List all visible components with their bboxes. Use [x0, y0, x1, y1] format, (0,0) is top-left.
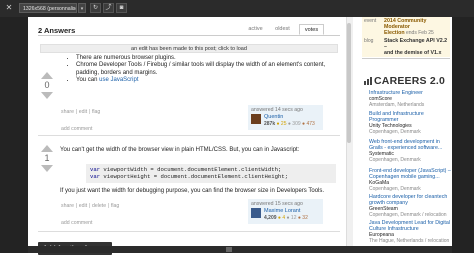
community-bulletin: event 2014 Community Moderator Election e…	[362, 17, 450, 57]
code-line: var viewportWidth = document.documentEle…	[90, 166, 282, 173]
bronze-badge-count: ● 32	[297, 215, 308, 221]
post-menu: share | edit | delete | flag	[61, 203, 120, 209]
code-block: var viewportWidth = document.documentEle…	[86, 164, 336, 183]
horizontal-scrollbar[interactable]	[28, 246, 452, 253]
vote-down-icon[interactable]	[41, 92, 53, 99]
vote-up-icon[interactable]	[41, 72, 53, 79]
list-item: You can use JavaScript	[76, 77, 346, 84]
page-viewport: 2 Answers active oldest votes an edit ha…	[28, 17, 452, 255]
vote-cell: 1	[37, 145, 57, 172]
add-comment-link[interactable]: add comment	[61, 220, 92, 226]
job-listing[interactable]: Build and Infrastructure Programmer Unit…	[369, 111, 451, 135]
close-icon[interactable]: ✕	[4, 3, 14, 13]
tab-oldest[interactable]: oldest	[270, 24, 295, 35]
event-ends: ends Feb 25	[406, 30, 434, 36]
careers-icon	[364, 76, 372, 85]
vote-cell: 0	[37, 72, 57, 99]
camera-icon[interactable]: ◙	[116, 3, 127, 13]
scrollbar-thumb[interactable]	[347, 23, 351, 143]
list-item: Chrome Developer Tools / Firebug / simil…	[76, 62, 346, 77]
delete-link[interactable]: delete	[92, 203, 106, 209]
chevron-down-icon[interactable]: ▾	[78, 3, 86, 13]
add-comment-link[interactable]: add comment	[61, 126, 92, 132]
list-item: There are numerous browser plugins.	[76, 55, 346, 62]
javascript-link[interactable]: use JavaScript	[99, 77, 138, 83]
avatar[interactable]	[251, 208, 261, 218]
bulletin-label: blog	[364, 38, 374, 44]
vote-count: 1	[44, 153, 50, 163]
tab-active[interactable]: active	[243, 24, 268, 35]
bronze-badge-count: ● 473	[302, 121, 315, 127]
share-link[interactable]: share	[61, 109, 74, 115]
flag-link[interactable]: flag	[111, 203, 119, 209]
flag-link[interactable]: flag	[92, 109, 100, 115]
job-listing[interactable]: Front-end developer (JavaScript) – Copen…	[369, 168, 451, 192]
user-card: answered 14 secs ago Quentin 287k ● 25 ●…	[248, 105, 323, 130]
job-listing[interactable]: Hardcore developer for cleantech growth …	[369, 194, 451, 218]
user-reputation: 4,209 ● 4 ● 12 ● 32	[264, 215, 308, 221]
edit-notice-banner[interactable]: an edit has been made to this post; clic…	[40, 44, 338, 53]
user-reputation: 287k ● 25 ● 309 ● 473	[264, 121, 315, 127]
answered-time: answered 15 secs ago	[251, 201, 303, 207]
careers-logo[interactable]: CAREERS 2.0	[364, 75, 445, 87]
answers-heading: 2 Answers	[38, 26, 76, 35]
answer-intro: You can't get the width of the browser v…	[60, 147, 300, 153]
browser-toolbar: ✕ 1326x568 (personnalisé) ▾ ↻ ⤴ ◙	[0, 0, 474, 18]
answer-body: There are numerous browser plugins. Chro…	[68, 55, 346, 84]
sidebar-divider	[362, 58, 450, 59]
vote-up-icon[interactable]	[41, 145, 53, 152]
pointer-icon[interactable]: ⤴	[103, 3, 114, 13]
code-line: var viewportHeight = document.documentEl…	[90, 173, 289, 180]
viewport-size-select[interactable]: 1326x568 (personnalisé)	[19, 3, 77, 13]
job-listing[interactable]: Java Development Lead for Digital Cultur…	[369, 220, 451, 244]
horizontal-scrollbar-thumb[interactable]	[226, 247, 232, 252]
tabs-divider	[38, 35, 340, 36]
edit-link[interactable]: edit	[79, 203, 87, 209]
vote-down-icon[interactable]	[41, 165, 53, 172]
silver-badge-count: ● 309	[287, 121, 301, 127]
vote-count: 0	[44, 80, 50, 90]
gold-badge-count: ● 25	[276, 121, 287, 127]
job-listing[interactable]: Infrastructure Engineer comScore Amsterd…	[369, 90, 451, 108]
user-name[interactable]: Maxime Lorant	[264, 208, 300, 214]
answer-outro: If you just want the width for debugging…	[60, 188, 325, 194]
user-card: answered 15 secs ago Maxime Lorant 4,209…	[248, 199, 323, 224]
rotate-icon[interactable]: ↻	[90, 3, 101, 13]
gold-badge-count: ● 4	[277, 215, 286, 221]
answered-time: answered 14 secs ago	[251, 107, 303, 113]
post-menu: share | edit | flag	[61, 109, 101, 115]
edit-link[interactable]: edit	[79, 109, 87, 115]
job-listing[interactable]: Web front-end development in Grails - ex…	[369, 139, 451, 163]
tab-votes[interactable]: votes	[299, 24, 324, 35]
bulletin-label: event	[364, 18, 377, 24]
share-link[interactable]: share	[61, 203, 74, 209]
silver-badge-count: ● 12	[286, 215, 297, 221]
avatar[interactable]	[251, 114, 261, 124]
frame-right	[452, 17, 474, 253]
answer-divider	[38, 135, 340, 136]
user-name[interactable]: Quentin	[264, 114, 283, 120]
frame-left	[0, 17, 28, 253]
answer-divider	[38, 231, 340, 232]
blog-title[interactable]: Stack Exchange API V2.2 – and the demise …	[384, 38, 450, 56]
